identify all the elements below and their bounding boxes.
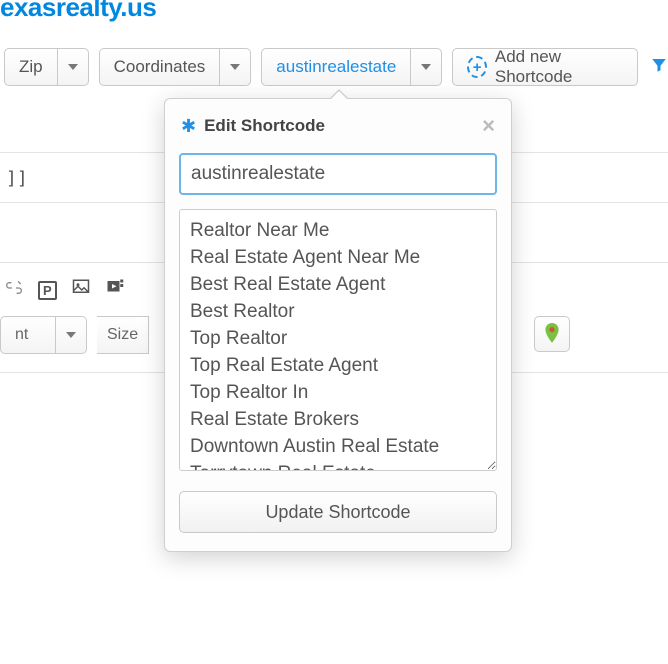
filter-icon[interactable] — [648, 53, 668, 81]
modal-title: Edit Shortcode — [204, 116, 325, 136]
zip-button-group: Zip — [4, 48, 89, 86]
brand-text: exasrealty.us — [0, 0, 156, 23]
list-item[interactable]: Downtown Austin Real Estate — [190, 434, 486, 461]
active-shortcode-button[interactable]: austinrealestate — [261, 48, 411, 86]
add-new-shortcode-button[interactable]: + Add new Shortcode — [452, 48, 638, 86]
paragraph-icon[interactable]: P — [38, 281, 57, 300]
chevron-down-icon — [66, 332, 76, 338]
zip-button[interactable]: Zip — [4, 48, 58, 86]
unlink-icon[interactable] — [4, 279, 24, 302]
list-item[interactable]: Realtor Near Me — [190, 218, 486, 245]
top-toolbar: Zip Coordinates austinrealestate + Add n… — [0, 48, 668, 86]
list-item[interactable]: Tarrytown Real Estate — [190, 461, 486, 471]
chevron-down-icon — [421, 64, 431, 70]
zip-dropdown-toggle[interactable] — [58, 48, 89, 86]
edit-shortcode-modal: ✱ Edit Shortcode × Realtor Near Me Real … — [164, 98, 512, 552]
coordinates-button-group: Coordinates — [99, 48, 252, 86]
size-select-group: Size — [97, 316, 149, 354]
list-item[interactable]: Top Real Estate Agent — [190, 353, 486, 380]
close-icon[interactable]: × — [482, 113, 495, 139]
list-item[interactable]: Best Real Estate Agent — [190, 272, 486, 299]
list-item[interactable]: Top Realtor — [190, 326, 486, 353]
font-select-group: nt — [0, 316, 87, 354]
font-dropdown-toggle[interactable] — [56, 316, 87, 354]
chevron-down-icon — [230, 64, 240, 70]
list-item[interactable]: Real Estate Brokers — [190, 407, 486, 434]
size-select[interactable]: Size — [97, 316, 149, 354]
list-item[interactable]: Best Realtor — [190, 299, 486, 326]
editor-icon-row: P — [4, 278, 125, 302]
format-toolbar: nt Size — [0, 316, 149, 354]
shortcode-name-input[interactable] — [179, 153, 497, 195]
shortcode-content-text: ]] — [6, 168, 28, 189]
coordinates-dropdown-toggle[interactable] — [220, 48, 251, 86]
coordinates-button[interactable]: Coordinates — [99, 48, 221, 86]
update-shortcode-button[interactable]: Update Shortcode — [179, 491, 497, 533]
image-icon[interactable] — [71, 278, 91, 302]
modal-header: ✱ Edit Shortcode × — [165, 99, 511, 149]
plus-circle-icon: + — [467, 56, 487, 78]
list-item[interactable]: Top Realtor In — [190, 380, 486, 407]
list-item[interactable]: Real Estate Agent Near Me — [190, 245, 486, 272]
modal-body: Realtor Near Me Real Estate Agent Near M… — [165, 149, 511, 551]
font-select[interactable]: nt — [0, 316, 56, 354]
shortcode-dropdown-toggle[interactable] — [411, 48, 442, 86]
keywords-listbox[interactable]: Realtor Near Me Real Estate Agent Near M… — [179, 209, 497, 471]
media-icon[interactable] — [105, 278, 125, 302]
star-icon: ✱ — [181, 116, 196, 137]
shortcode-button-group: austinrealestate — [261, 48, 442, 86]
map-marker-button[interactable] — [534, 316, 570, 352]
chevron-down-icon — [68, 64, 78, 70]
add-new-label: Add new Shortcode — [495, 47, 623, 87]
